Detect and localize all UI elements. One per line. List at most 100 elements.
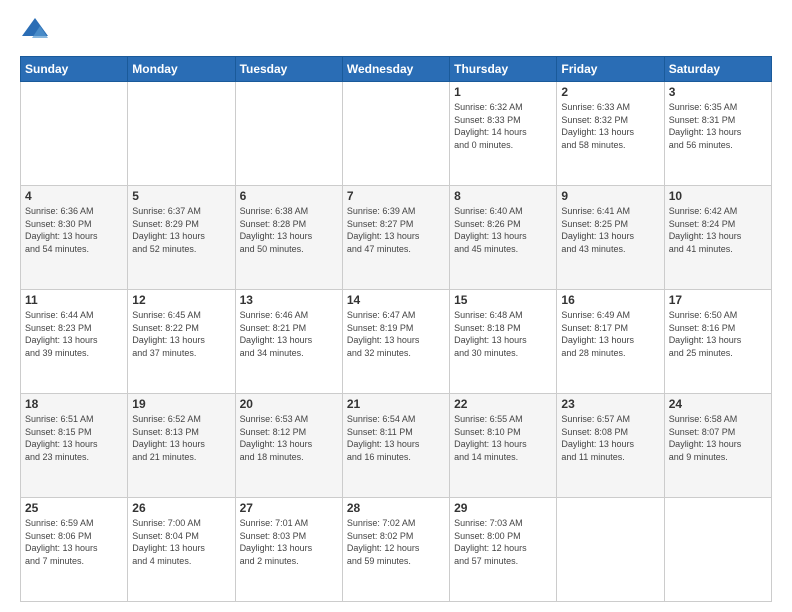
calendar: SundayMondayTuesdayWednesdayThursdayFrid… xyxy=(20,56,772,602)
day-number: 11 xyxy=(25,293,123,307)
day-info: Sunrise: 6:48 AM Sunset: 8:18 PM Dayligh… xyxy=(454,309,552,359)
calendar-cell: 26 Sunrise: 7:00 AM Sunset: 8:04 PM Dayli… xyxy=(128,498,235,602)
day-number: 13 xyxy=(240,293,338,307)
weekday-header-saturday: Saturday xyxy=(664,57,771,82)
day-number: 12 xyxy=(132,293,230,307)
calendar-cell xyxy=(557,498,664,602)
day-number: 29 xyxy=(454,501,552,515)
day-number: 4 xyxy=(25,189,123,203)
day-number: 2 xyxy=(561,85,659,99)
day-info: Sunrise: 6:50 AM Sunset: 8:16 PM Dayligh… xyxy=(669,309,767,359)
day-info: Sunrise: 6:46 AM Sunset: 8:21 PM Dayligh… xyxy=(240,309,338,359)
day-number: 20 xyxy=(240,397,338,411)
calendar-cell: 7 Sunrise: 6:39 AM Sunset: 8:27 PM Daylig… xyxy=(342,186,449,290)
day-info: Sunrise: 6:58 AM Sunset: 8:07 PM Dayligh… xyxy=(669,413,767,463)
day-number: 14 xyxy=(347,293,445,307)
day-number: 22 xyxy=(454,397,552,411)
day-number: 19 xyxy=(132,397,230,411)
weekday-header-friday: Friday xyxy=(557,57,664,82)
day-info: Sunrise: 6:54 AM Sunset: 8:11 PM Dayligh… xyxy=(347,413,445,463)
weekday-header-sunday: Sunday xyxy=(21,57,128,82)
calendar-cell: 4 Sunrise: 6:36 AM Sunset: 8:30 PM Daylig… xyxy=(21,186,128,290)
calendar-cell: 19 Sunrise: 6:52 AM Sunset: 8:13 PM Dayli… xyxy=(128,394,235,498)
calendar-cell: 10 Sunrise: 6:42 AM Sunset: 8:24 PM Dayli… xyxy=(664,186,771,290)
calendar-cell: 23 Sunrise: 6:57 AM Sunset: 8:08 PM Dayli… xyxy=(557,394,664,498)
calendar-cell: 18Sunrise: 6:51 AM Sunset: 8:15 PM Dayli… xyxy=(21,394,128,498)
day-number: 7 xyxy=(347,189,445,203)
calendar-cell: 28 Sunrise: 7:02 AM Sunset: 8:02 PM Dayli… xyxy=(342,498,449,602)
day-number: 8 xyxy=(454,189,552,203)
day-number: 23 xyxy=(561,397,659,411)
calendar-cell: 5 Sunrise: 6:37 AM Sunset: 8:29 PM Daylig… xyxy=(128,186,235,290)
day-info: Sunrise: 7:03 AM Sunset: 8:00 PM Dayligh… xyxy=(454,517,552,567)
logo xyxy=(20,16,54,46)
header xyxy=(20,16,772,46)
day-info: Sunrise: 6:38 AM Sunset: 8:28 PM Dayligh… xyxy=(240,205,338,255)
calendar-cell: 14 Sunrise: 6:47 AM Sunset: 8:19 PM Dayli… xyxy=(342,290,449,394)
calendar-cell: 29 Sunrise: 7:03 AM Sunset: 8:00 PM Dayli… xyxy=(450,498,557,602)
day-info: Sunrise: 7:02 AM Sunset: 8:02 PM Dayligh… xyxy=(347,517,445,567)
day-number: 3 xyxy=(669,85,767,99)
calendar-cell: 25 Sunrise: 6:59 AM Sunset: 8:06 PM Dayli… xyxy=(21,498,128,602)
day-number: 5 xyxy=(132,189,230,203)
day-info: Sunrise: 6:52 AM Sunset: 8:13 PM Dayligh… xyxy=(132,413,230,463)
calendar-cell: 21 Sunrise: 6:54 AM Sunset: 8:11 PM Dayli… xyxy=(342,394,449,498)
day-info: Sunrise: 6:33 AM Sunset: 8:32 PM Dayligh… xyxy=(561,101,659,151)
calendar-cell: 3 Sunrise: 6:35 AM Sunset: 8:31 PM Daylig… xyxy=(664,82,771,186)
day-number: 15 xyxy=(454,293,552,307)
calendar-cell: 17 Sunrise: 6:50 AM Sunset: 8:16 PM Dayli… xyxy=(664,290,771,394)
day-info: Sunrise: 7:01 AM Sunset: 8:03 PM Dayligh… xyxy=(240,517,338,567)
weekday-header-tuesday: Tuesday xyxy=(235,57,342,82)
day-info: Sunrise: 6:35 AM Sunset: 8:31 PM Dayligh… xyxy=(669,101,767,151)
calendar-cell: 12 Sunrise: 6:45 AM Sunset: 8:22 PM Dayli… xyxy=(128,290,235,394)
day-number: 6 xyxy=(240,189,338,203)
day-number: 10 xyxy=(669,189,767,203)
day-info: Sunrise: 6:42 AM Sunset: 8:24 PM Dayligh… xyxy=(669,205,767,255)
day-number: 16 xyxy=(561,293,659,307)
day-info: Sunrise: 6:39 AM Sunset: 8:27 PM Dayligh… xyxy=(347,205,445,255)
day-info: Sunrise: 6:36 AM Sunset: 8:30 PM Dayligh… xyxy=(25,205,123,255)
calendar-cell xyxy=(664,498,771,602)
day-info: Sunrise: 6:57 AM Sunset: 8:08 PM Dayligh… xyxy=(561,413,659,463)
calendar-cell: 6 Sunrise: 6:38 AM Sunset: 8:28 PM Daylig… xyxy=(235,186,342,290)
day-info: Sunrise: 6:45 AM Sunset: 8:22 PM Dayligh… xyxy=(132,309,230,359)
calendar-cell: 2 Sunrise: 6:33 AM Sunset: 8:32 PM Daylig… xyxy=(557,82,664,186)
day-number: 28 xyxy=(347,501,445,515)
day-info: Sunrise: 6:49 AM Sunset: 8:17 PM Dayligh… xyxy=(561,309,659,359)
day-info: Sunrise: 6:37 AM Sunset: 8:29 PM Dayligh… xyxy=(132,205,230,255)
day-info: Sunrise: 6:47 AM Sunset: 8:19 PM Dayligh… xyxy=(347,309,445,359)
calendar-cell xyxy=(128,82,235,186)
day-info: Sunrise: 6:41 AM Sunset: 8:25 PM Dayligh… xyxy=(561,205,659,255)
day-info: Sunrise: 6:32 AM Sunset: 8:33 PM Dayligh… xyxy=(454,101,552,151)
calendar-cell: 24 Sunrise: 6:58 AM Sunset: 8:07 PM Dayli… xyxy=(664,394,771,498)
day-info: Sunrise: 6:51 AM Sunset: 8:15 PM Dayligh… xyxy=(25,413,123,463)
day-number: 17 xyxy=(669,293,767,307)
day-number: 25 xyxy=(25,501,123,515)
logo-icon xyxy=(20,16,50,46)
calendar-cell: 16 Sunrise: 6:49 AM Sunset: 8:17 PM Dayli… xyxy=(557,290,664,394)
calendar-cell xyxy=(342,82,449,186)
day-number: 1 xyxy=(454,85,552,99)
calendar-cell: 22 Sunrise: 6:55 AM Sunset: 8:10 PM Dayli… xyxy=(450,394,557,498)
day-info: Sunrise: 6:55 AM Sunset: 8:10 PM Dayligh… xyxy=(454,413,552,463)
day-info: Sunrise: 7:00 AM Sunset: 8:04 PM Dayligh… xyxy=(132,517,230,567)
day-info: Sunrise: 6:40 AM Sunset: 8:26 PM Dayligh… xyxy=(454,205,552,255)
day-number: 26 xyxy=(132,501,230,515)
day-number: 21 xyxy=(347,397,445,411)
weekday-header-monday: Monday xyxy=(128,57,235,82)
weekday-header-thursday: Thursday xyxy=(450,57,557,82)
calendar-cell: 20 Sunrise: 6:53 AM Sunset: 8:12 PM Dayli… xyxy=(235,394,342,498)
weekday-header-wednesday: Wednesday xyxy=(342,57,449,82)
day-info: Sunrise: 6:59 AM Sunset: 8:06 PM Dayligh… xyxy=(25,517,123,567)
calendar-cell: 9 Sunrise: 6:41 AM Sunset: 8:25 PM Daylig… xyxy=(557,186,664,290)
calendar-cell xyxy=(235,82,342,186)
calendar-cell: 13 Sunrise: 6:46 AM Sunset: 8:21 PM Dayli… xyxy=(235,290,342,394)
calendar-cell xyxy=(21,82,128,186)
calendar-cell: 15 Sunrise: 6:48 AM Sunset: 8:18 PM Dayli… xyxy=(450,290,557,394)
calendar-cell: 27Sunrise: 7:01 AM Sunset: 8:03 PM Dayli… xyxy=(235,498,342,602)
calendar-cell: 11 Sunrise: 6:44 AM Sunset: 8:23 PM Dayli… xyxy=(21,290,128,394)
day-number: 24 xyxy=(669,397,767,411)
day-info: Sunrise: 6:53 AM Sunset: 8:12 PM Dayligh… xyxy=(240,413,338,463)
day-number: 9 xyxy=(561,189,659,203)
day-info: Sunrise: 6:44 AM Sunset: 8:23 PM Dayligh… xyxy=(25,309,123,359)
